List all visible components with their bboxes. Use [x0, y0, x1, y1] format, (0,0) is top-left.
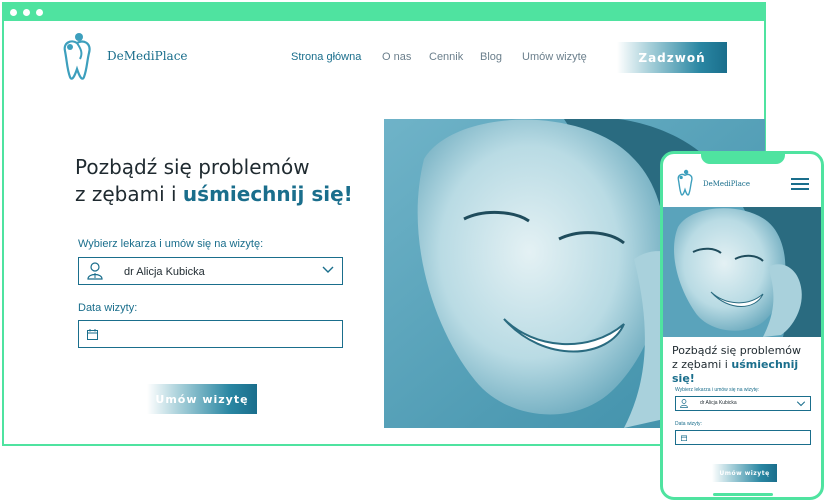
- chevron-down-icon[interactable]: [322, 266, 334, 274]
- brand-name[interactable]: DeMediPlace: [703, 180, 750, 188]
- book-appointment-button[interactable]: Umów wizytę: [147, 384, 257, 414]
- doctor-select-label: Wybierz lekarza i umów się na wizytę:: [675, 387, 760, 393]
- nav-item-pricing[interactable]: Cennik: [429, 51, 463, 63]
- chevron-down-icon[interactable]: [796, 401, 806, 407]
- calendar-icon[interactable]: [681, 435, 687, 441]
- tooth-family-logo-icon[interactable]: [57, 31, 97, 83]
- hero-title-line1: Pozbądź się problemów: [672, 344, 802, 357]
- desktop-browser-mockup: DeMediPlace Strona główna O nas Cennik B…: [2, 2, 766, 446]
- nav-item-blog[interactable]: Blog: [480, 51, 502, 63]
- hero-title-line2: z zębami i: [672, 358, 732, 371]
- browser-title-bar: [4, 4, 764, 21]
- hero-title-line2: z zębami i: [75, 182, 183, 206]
- window-dot-icon: [23, 9, 30, 16]
- nav-item-about[interactable]: O nas: [382, 51, 411, 63]
- hero-title-highlight: uśmiechnij się!: [182, 182, 353, 206]
- hero-title-line1: Pozbądź się problemów: [75, 155, 310, 179]
- doctor-icon: [680, 399, 688, 408]
- window-dot-icon: [36, 9, 43, 16]
- hero-photo-smiling-woman: [663, 207, 821, 337]
- doctor-select-label: Wybierz lekarza i umów się na wizytę:: [78, 238, 264, 250]
- date-field-label: Data wizyty:: [675, 421, 702, 427]
- hero-title: Pozbądź się problemów z zębami i uśmiech…: [75, 154, 353, 208]
- phone-notch: [701, 154, 785, 164]
- hero-title: Pozbądź się problemów z zębami i uśmiech…: [672, 344, 821, 386]
- hamburger-menu-icon[interactable]: [791, 178, 809, 191]
- book-appointment-button[interactable]: Umów wizytę: [712, 464, 777, 482]
- doctor-select-value: dr Alicja Kubicka: [124, 266, 205, 278]
- date-field-label: Data wizyty:: [78, 302, 138, 314]
- nav-item-home[interactable]: Strona główna: [291, 51, 361, 63]
- calendar-icon[interactable]: [87, 329, 98, 340]
- doctor-select[interactable]: dr Alicja Kubicka: [675, 396, 811, 411]
- doctor-select-value: dr Alicja Kubicka: [700, 400, 737, 406]
- date-field[interactable]: [78, 320, 343, 348]
- nav-item-appointment[interactable]: Umów wizytę: [522, 51, 587, 63]
- doctor-select[interactable]: dr Alicja Kubicka: [78, 257, 343, 285]
- call-button[interactable]: Zadzwoń: [617, 42, 727, 73]
- home-indicator: [713, 493, 773, 496]
- window-dot-icon: [10, 9, 17, 16]
- mobile-phone-mockup: DeMediPlace Pozbądź się problemów z zęba…: [660, 151, 824, 500]
- doctor-icon: [87, 262, 103, 280]
- brand-name[interactable]: DeMediPlace: [107, 49, 188, 63]
- date-field[interactable]: [675, 430, 811, 445]
- tooth-family-logo-icon[interactable]: [674, 168, 696, 198]
